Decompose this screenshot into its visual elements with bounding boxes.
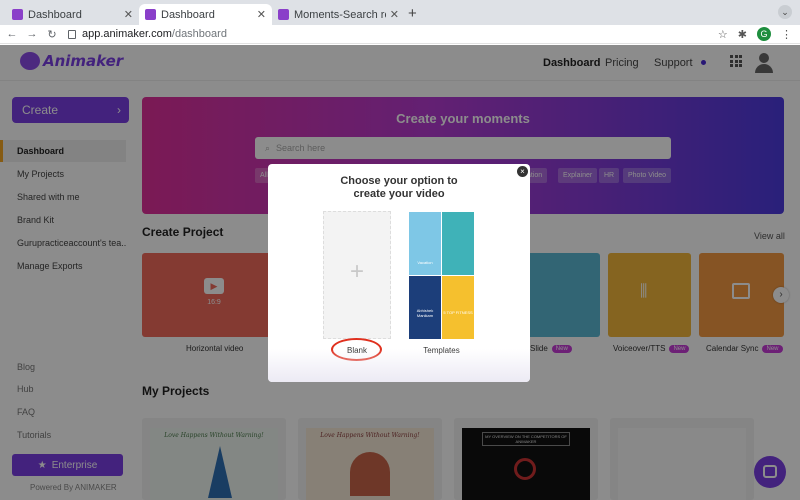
new-tab-icon[interactable]: + (408, 5, 417, 22)
template-thumb-palm (442, 212, 474, 275)
back-icon[interactable]: ← (4, 28, 20, 40)
url-host: app.animaker.com (82, 28, 172, 40)
template-thumb-text: Abhishek Manikam (416, 308, 434, 318)
lock-icon (68, 29, 76, 39)
browser-tab-strip: Dashboard ✕ Dashboard ✕ Moments-Search r… (0, 0, 800, 25)
animaker-favicon-icon (145, 9, 156, 20)
reload-icon[interactable]: ↻ (44, 28, 60, 41)
modal-wave-decoration (268, 349, 530, 382)
extensions-icon[interactable]: ✱ (738, 28, 747, 41)
forward-icon[interactable]: → (24, 28, 40, 40)
tab-title: Dashboard (28, 8, 82, 21)
close-icon[interactable]: ✕ (124, 8, 133, 21)
template-thumb-text: 5 TOP FITNESS (443, 310, 473, 315)
template-thumb-profile: Abhishek Manikam (409, 276, 441, 339)
animaker-favicon-icon (278, 9, 289, 20)
tab-title: Dashboard (161, 8, 215, 21)
create-option-modal: Choose your option to create your video … (268, 164, 530, 382)
template-thumb-fitness: 5 TOP FITNESS (442, 276, 474, 339)
address-bar: ← → ↻ app.animaker.com/dashboard ☆ ✱ G ⋮ (0, 25, 800, 44)
templates-option[interactable]: Vacation Abhishek Manikam 5 TOP FITNESS (409, 212, 474, 339)
close-icon[interactable]: ✕ (390, 8, 399, 21)
tab-dashboard-1[interactable]: Dashboard ✕ (6, 4, 139, 25)
url-field[interactable]: app.animaker.com/dashboard (68, 28, 227, 40)
url-path: /dashboard (171, 28, 227, 40)
close-icon[interactable]: ✕ (257, 8, 266, 21)
browser-menu-icon[interactable]: ⌄ (778, 5, 792, 19)
template-thumb-beach: Vacation (409, 212, 441, 275)
tab-moments-search[interactable]: Moments-Search results ✕ (272, 4, 405, 25)
modal-title: Choose your option to create your video (340, 175, 458, 200)
more-icon[interactable]: ⋮ (781, 28, 792, 41)
close-icon[interactable]: × (517, 166, 528, 177)
template-thumb-text: Vacation (417, 260, 433, 265)
tab-title: Moments-Search results (294, 8, 386, 21)
blank-option[interactable]: + (323, 211, 391, 339)
tab-dashboard-2[interactable]: Dashboard ✕ (139, 4, 272, 25)
animaker-favicon-icon (12, 9, 23, 20)
plus-icon: + (349, 258, 364, 285)
profile-avatar[interactable]: G (757, 27, 771, 41)
star-icon[interactable]: ☆ (718, 28, 728, 41)
